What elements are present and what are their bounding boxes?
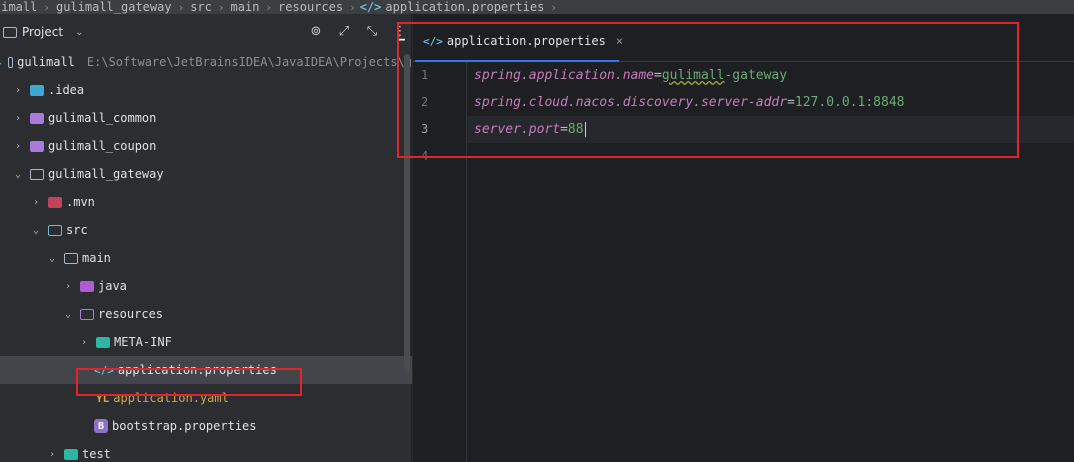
tree-item-label: java [98,279,127,293]
chevron-right-icon: › [217,0,225,14]
resources-folder-icon [80,308,94,320]
tree-item-gulimall[interactable]: ⌄ gulimall E:\Software\JetBrainsIDEA\Jav… [0,48,412,76]
module-folder-icon [30,112,44,124]
editor-panel: </> application.properties × 1 2 3 4 spr… [397,14,1074,462]
project-panel: Project ⌄ ⊚ ⤢ ⤡ ⋮ ⌄ gulimall E:\Software… [0,14,412,462]
tree-item-gulimall-common[interactable]: › gulimall_common [0,104,412,132]
chevron-right-icon[interactable]: › [78,337,90,348]
bootstrap-file-icon: B [94,419,108,433]
chevron-right-icon: › [349,0,356,14]
chevron-right-icon: › [43,0,50,14]
expand-all-icon[interactable]: ⤢ [337,24,351,39]
tree-item-java[interactable]: › java [0,272,412,300]
chevron-right-icon[interactable]: › [62,281,74,292]
project-tree: ⌄ gulimall E:\Software\JetBrainsIDEA\Jav… [0,48,412,462]
chevron-down-icon[interactable]: ⌄ [62,309,74,320]
tree-item-label: gulimall [17,55,75,69]
folder-icon [96,336,110,348]
tree-item-src[interactable]: ⌄ src [0,216,412,244]
highlight-box-tree [76,368,302,396]
source-folder-icon [48,224,62,236]
tree-item-main[interactable]: ⌄ main [0,244,412,272]
highlight-box-editor [397,22,1019,158]
panel-toolbar: ⊚ ⤢ ⤡ ⋮ [309,24,407,39]
chevron-right-icon[interactable]: › [12,113,24,124]
breadcrumb-item-gulimall[interactable]: limall [0,0,39,14]
tree-item-label: META-INF [114,335,172,349]
tree-item-mvn[interactable]: › .mvn [0,188,412,216]
properties-file-icon: </> [359,0,382,14]
collapse-all-icon[interactable]: ⤡ [365,24,379,39]
tree-item-label: test [82,447,111,461]
chevron-right-icon: › [177,0,185,14]
chevron-right-icon: › [550,0,557,14]
chevron-right-icon[interactable]: › [46,449,58,460]
tree-item-label: .mvn [66,195,95,209]
breadcrumb-item-main[interactable]: main [229,0,262,14]
java-source-folder-icon [80,280,94,292]
chevron-right-icon[interactable]: › [30,197,42,208]
test-folder-icon [64,448,78,460]
tree-item-label: gulimall_coupon [48,139,157,153]
tree-item-label: gulimall_common [48,111,157,125]
breadcrumb-item-resources[interactable]: resources [276,0,345,14]
mvn-folder-icon [48,196,62,208]
breadcrumb-item-gateway[interactable]: gulimall_gateway [54,0,174,14]
tree-item-meta-inf[interactable]: › META-INF [0,328,412,356]
chevron-down-icon[interactable]: ⌄ [0,57,2,68]
tree-item-label: resources [98,307,164,321]
tree-item-bootstrap-properties[interactable]: B bootstrap.properties [0,412,412,440]
tree-item-label: .idea [48,83,85,97]
chevron-down-icon[interactable]: ⌄ [46,253,58,264]
module-folder-icon [30,140,44,152]
tree-item-label: bootstrap.properties [112,419,257,433]
folder-icon [64,252,78,264]
tree-item-idea[interactable]: › .idea [0,76,412,104]
folder-icon [3,26,17,38]
tree-item-label: gulimall_gateway [48,167,164,181]
folder-icon [8,56,14,68]
tree-item-gulimall-coupon[interactable]: › gulimall_coupon [0,132,412,160]
chevron-right-icon[interactable]: › [12,141,24,152]
chevron-down-icon[interactable]: ⌄ [75,27,83,38]
folder-icon [30,168,44,180]
chevron-down-icon[interactable]: ⌄ [12,169,24,180]
tree-item-resources[interactable]: ⌄ resources [0,300,412,328]
tree-item-gulimall-gateway[interactable]: ⌄ gulimall_gateway [0,160,412,188]
tree-item-label: src [66,223,88,237]
chevron-down-icon[interactable]: ⌄ [30,225,42,236]
breadcrumb: limall › gulimall_gateway › src › main ›… [0,0,1074,14]
idea-folder-icon [30,84,44,96]
tree-item-test[interactable]: › test [0,440,412,462]
chevron-right-icon: › [265,0,273,14]
breadcrumb-item-file[interactable]: application.properties [383,0,546,14]
breadcrumb-item-src[interactable]: src [188,0,214,14]
locate-file-icon[interactable]: ⊚ [309,24,323,39]
chevron-right-icon[interactable]: › [12,85,24,96]
tree-item-label: main [82,251,111,265]
project-path: E:\Software\JetBrainsIDEA\JavaIDEA\Proje… [86,55,412,69]
project-panel-header: Project ⌄ ⊚ ⤢ ⤡ ⋮ [0,14,411,50]
project-title[interactable]: Project [22,25,63,39]
